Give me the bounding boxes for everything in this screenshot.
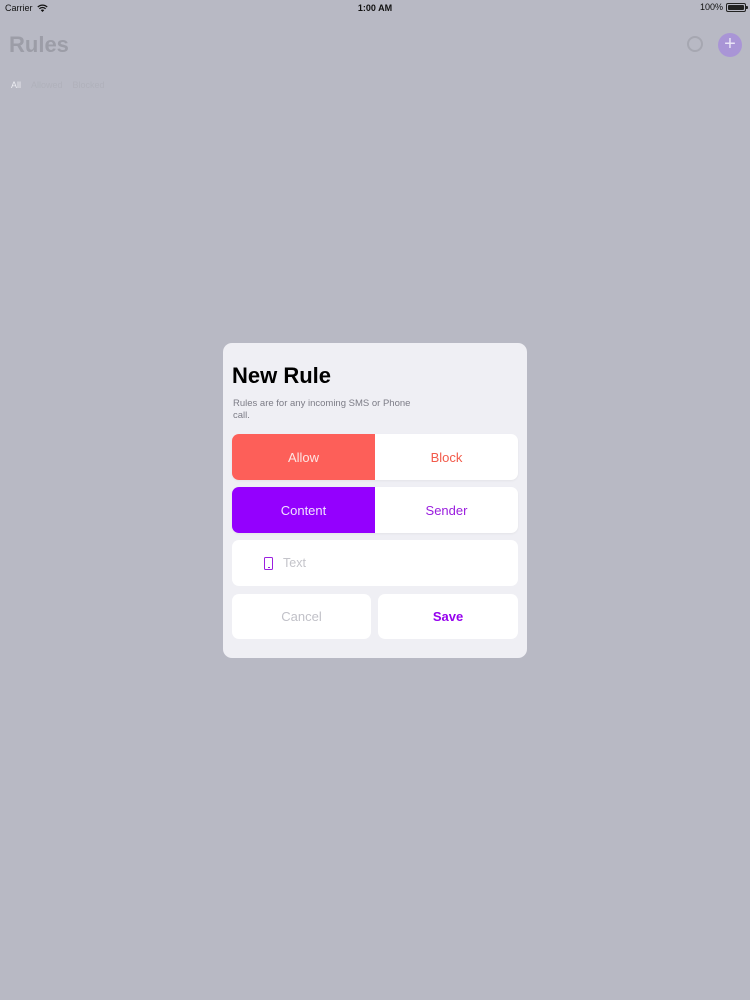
settings-icon[interactable]: [687, 36, 703, 52]
new-rule-dialog: New Rule Rules are for any incoming SMS …: [223, 343, 527, 658]
battery-indicator: 100%: [699, 2, 748, 12]
cancel-button[interactable]: Cancel: [232, 594, 371, 639]
rule-text-input[interactable]: [281, 555, 485, 571]
match-target-segmented-control: Content Sender: [232, 487, 518, 533]
dialog-subtitle: Rules are for any incoming SMS or Phone …: [233, 398, 411, 421]
page-title: Rules: [9, 32, 69, 57]
add-rule-button[interactable]: +: [718, 33, 742, 57]
status-bar: Carrier 1:00 AM 100%: [0, 0, 750, 16]
filter-tab-blocked[interactable]: Blocked: [73, 80, 105, 90]
battery-fill: [728, 4, 744, 10]
rule-text-field[interactable]: [232, 540, 518, 586]
battery-icon: [726, 2, 748, 12]
battery-percentage: 100%: [699, 2, 723, 12]
sender-option[interactable]: Sender: [375, 487, 518, 533]
block-option[interactable]: Block: [375, 434, 518, 480]
allow-option[interactable]: Allow: [232, 434, 375, 480]
save-button[interactable]: Save: [378, 594, 518, 639]
filter-tabs: All Allowed Blocked: [11, 80, 105, 90]
filter-tab-allowed[interactable]: Allowed: [31, 80, 63, 90]
content-option[interactable]: Content: [232, 487, 375, 533]
rule-type-segmented-control: Allow Block: [232, 434, 518, 480]
status-time: 1:00 AM: [357, 3, 393, 13]
phone-icon: [264, 556, 273, 570]
dialog-title: New Rule: [232, 363, 332, 388]
filter-tab-all[interactable]: All: [11, 80, 21, 90]
